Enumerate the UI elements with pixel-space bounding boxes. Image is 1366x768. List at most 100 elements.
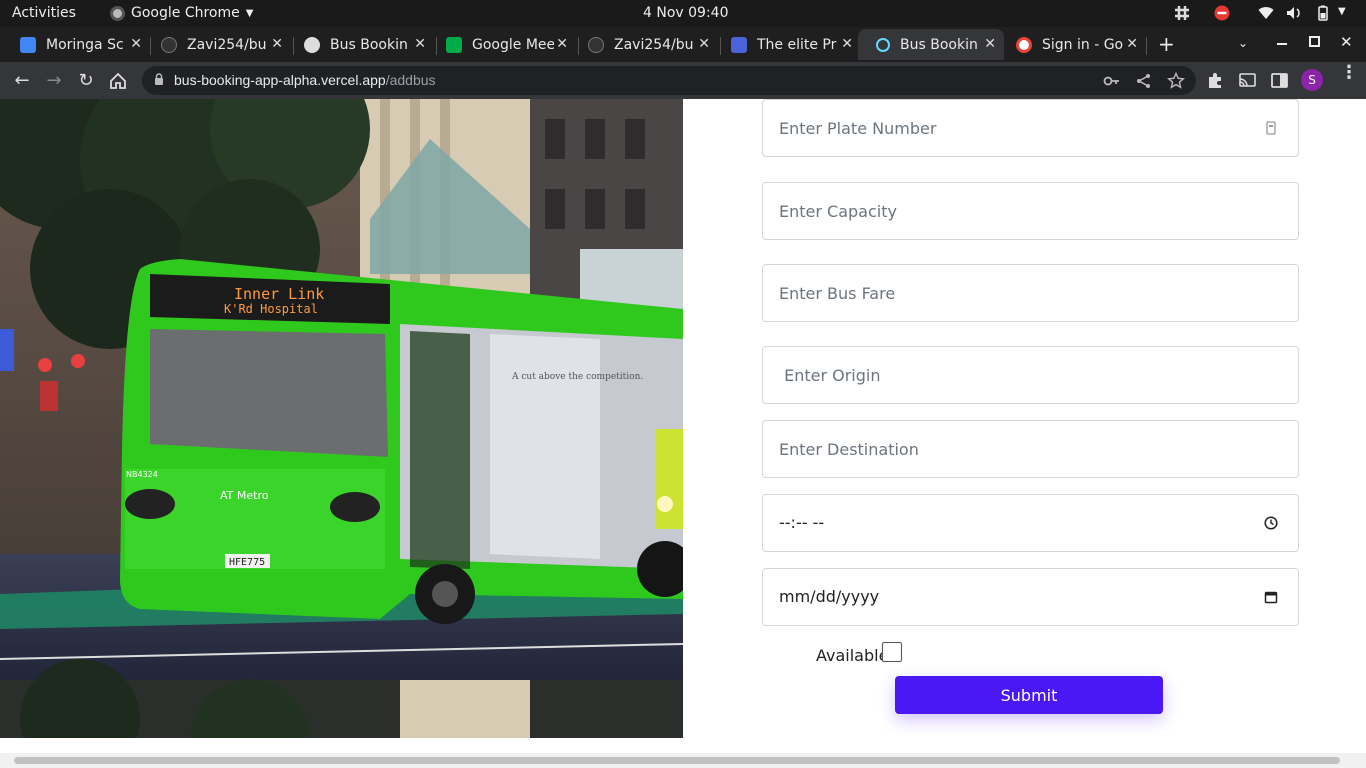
bus-destination-sign: Inner Link <box>234 285 324 303</box>
app-name: Google Chrome <box>131 5 240 21</box>
chrome-menu-icon[interactable]: ⋮ <box>1340 64 1358 82</box>
tab-strip: Moringa Sc ✕ Zavi254/bu ✕ Bus Bookin ✕ G… <box>0 27 1366 62</box>
key-icon[interactable] <box>1103 72 1121 90</box>
available-checkbox[interactable] <box>882 642 902 662</box>
google-meet-icon <box>446 36 462 53</box>
time-input[interactable]: --:-- -- <box>779 513 824 532</box>
extensions-puzzle-icon[interactable] <box>1206 71 1225 90</box>
bus-fleet-no: NB4324 <box>126 470 158 479</box>
volume-icon[interactable] <box>1286 5 1302 21</box>
close-icon[interactable]: ✕ <box>556 36 568 52</box>
bus-brand: AT Metro <box>220 489 269 502</box>
bus-fare-input[interactable] <box>779 265 1259 321</box>
share-icon[interactable] <box>1135 72 1153 90</box>
tab-title: The elite Pr <box>757 36 837 53</box>
system-top-bar: Activities Google Chrome ▼ 4 Nov 09:40 ▼ <box>0 0 1366 27</box>
scrollbar-thumb[interactable] <box>14 757 1340 764</box>
tab-title: Moringa Sc <box>46 36 124 53</box>
moringa-favicon-icon <box>20 36 36 53</box>
url-host: bus-booking-app-alpha.vercel.app <box>174 72 386 88</box>
origin-input[interactable] <box>779 347 1259 403</box>
bus-fare-field[interactable] <box>762 264 1299 322</box>
address-bar[interactable]: bus-booking-app-alpha.vercel.app/addbus <box>142 66 1196 95</box>
calendar-icon[interactable] <box>1264 590 1278 604</box>
page-content: Inner Link K'Rd Hospital HFE775 AT Metro… <box>0 99 1366 768</box>
autofill-contact-icon[interactable] <box>1264 121 1278 135</box>
back-arrow-icon[interactable]: ← <box>11 70 33 92</box>
tab-title: Google Mee <box>472 36 554 53</box>
wifi-icon[interactable] <box>1258 5 1274 21</box>
tab-title: Zavi254/bu <box>614 36 694 53</box>
maximize-icon[interactable] <box>1309 36 1320 47</box>
date-field[interactable]: mm/dd/yyyy <box>762 568 1299 626</box>
close-icon[interactable]: ✕ <box>1126 36 1138 52</box>
clock[interactable]: 4 Nov 09:40 <box>643 5 728 21</box>
bus-side-ad: A cut above the competition. <box>511 372 643 382</box>
tab-divider <box>1146 37 1147 55</box>
new-tab-plus-icon[interactable]: + <box>1158 32 1175 56</box>
home-icon[interactable] <box>108 71 128 91</box>
tab-bus-booking-1[interactable]: Bus Bookin ✕ <box>286 29 434 60</box>
github-favicon-icon <box>588 36 604 53</box>
tab-title: Bus Bookin <box>900 36 978 53</box>
react-favicon-icon <box>876 37 890 52</box>
battery-icon[interactable] <box>1315 5 1331 21</box>
profile-avatar[interactable]: S <box>1301 69 1323 91</box>
bus-photo: Inner Link K'Rd Hospital HFE775 AT Metro… <box>0 99 683 738</box>
tab-github-1[interactable]: Zavi254/bu ✕ <box>143 29 291 60</box>
tab-title: Zavi254/bu <box>187 36 267 53</box>
url-text[interactable]: bus-booking-app-alpha.vercel.app/addbus <box>174 72 436 88</box>
reload-icon[interactable]: ↻ <box>75 70 97 92</box>
minimize-icon[interactable] <box>1277 43 1287 45</box>
side-panel-icon[interactable] <box>1270 71 1289 90</box>
available-label: Available <box>816 646 889 665</box>
plate-number-field[interactable] <box>762 99 1299 157</box>
tab-google-meet[interactable]: Google Mee ✕ <box>428 29 576 60</box>
activities-button[interactable]: Activities <box>12 5 76 21</box>
close-icon[interactable]: ✕ <box>414 36 426 52</box>
submit-button[interactable]: Submit <box>895 676 1163 714</box>
close-window-icon[interactable]: ✕ <box>1340 33 1353 51</box>
bus-destination-sign-2: K'Rd Hospital <box>224 302 318 316</box>
do-not-disturb-icon[interactable] <box>1214 5 1230 21</box>
close-icon[interactable]: ✕ <box>130 36 142 52</box>
origin-field[interactable] <box>762 346 1299 404</box>
destination-input[interactable] <box>779 421 1259 477</box>
browser-toolbar: ← → ↻ bus-booking-app-alpha.vercel.app/a… <box>0 62 1366 99</box>
hero-bus-image: Inner Link K'Rd Hospital HFE775 AT Metro… <box>0 99 683 738</box>
bookmark-star-icon[interactable] <box>1167 72 1185 90</box>
date-input[interactable]: mm/dd/yyyy <box>779 587 879 606</box>
capacity-input[interactable] <box>779 183 1259 239</box>
docs-favicon-icon <box>731 36 747 53</box>
destination-field[interactable] <box>762 420 1299 478</box>
bus-plate: HFE775 <box>229 557 265 568</box>
forward-arrow-icon[interactable]: → <box>43 70 65 92</box>
tab-google-signin[interactable]: Sign in - Go ✕ <box>998 29 1146 60</box>
close-icon[interactable]: ✕ <box>271 36 283 52</box>
lock-icon[interactable] <box>154 73 164 85</box>
globe-icon <box>304 36 320 53</box>
system-menu-chevron-icon[interactable]: ▼ <box>1338 6 1346 17</box>
chevron-down-icon: ▼ <box>245 7 254 19</box>
time-field[interactable]: --:-- -- <box>762 494 1299 552</box>
tab-search-chevron-icon[interactable]: ⌄ <box>1238 36 1248 50</box>
tab-moringa[interactable]: Moringa Sc ✕ <box>2 29 150 60</box>
google-favicon-icon <box>1016 36 1032 53</box>
close-icon[interactable]: ✕ <box>984 36 996 52</box>
github-favicon-icon <box>161 36 177 53</box>
close-icon[interactable]: ✕ <box>698 36 710 52</box>
cast-icon[interactable] <box>1238 71 1257 90</box>
tab-title: Sign in - Go <box>1042 36 1124 53</box>
horizontal-scrollbar[interactable] <box>0 753 1366 768</box>
chrome-icon <box>110 5 125 21</box>
plate-number-input[interactable] <box>779 100 1259 156</box>
capacity-field[interactable] <box>762 182 1299 240</box>
tab-docs[interactable]: The elite Pr ✕ <box>713 29 861 60</box>
tab-bus-booking-active[interactable]: Bus Bookin ✕ <box>858 29 1004 60</box>
slack-icon[interactable] <box>1174 5 1190 21</box>
close-icon[interactable]: ✕ <box>841 36 853 52</box>
tab-title: Bus Bookin <box>330 36 408 53</box>
tab-github-2[interactable]: Zavi254/bu ✕ <box>570 29 718 60</box>
app-menu[interactable]: Google Chrome ▼ <box>110 5 253 21</box>
clock-icon[interactable] <box>1264 516 1278 530</box>
